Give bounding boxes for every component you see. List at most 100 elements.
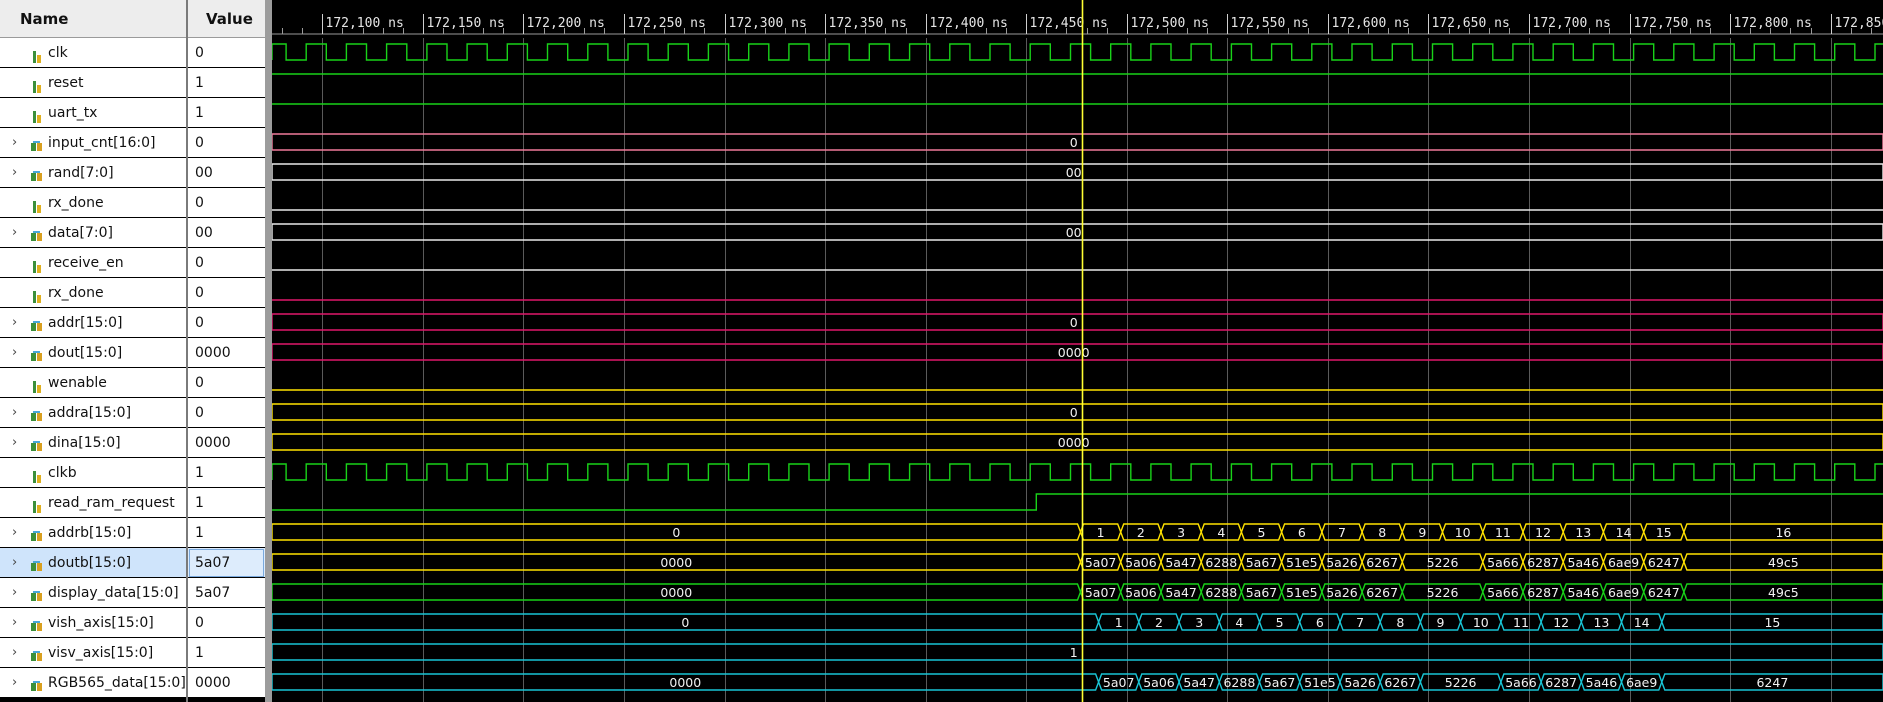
expand-chevron-icon[interactable]: ›: [12, 518, 17, 547]
waveform-track[interactable]: 0000: [272, 343, 1883, 361]
ruler-time-label: 172,600 ns: [1332, 16, 1410, 31]
bus-value-label: 5a67: [1246, 585, 1278, 600]
signal-value: 1: [188, 98, 265, 128]
bus-value-label: 6287: [1527, 555, 1559, 570]
bus-value-label: 15: [1764, 615, 1780, 630]
signal-row[interactable]: rx_done: [0, 188, 186, 218]
signal-row[interactable]: › addr[15:0]: [0, 308, 186, 338]
bus-value-label: 5a66: [1487, 555, 1519, 570]
bus-value-label: 4: [1217, 525, 1225, 540]
expand-chevron-icon[interactable]: ›: [12, 128, 17, 157]
logic-icon: [31, 495, 43, 513]
expand-chevron-icon[interactable]: ›: [12, 578, 17, 607]
signal-row[interactable]: uart_tx: [0, 98, 186, 128]
bus-value-label: 6: [1298, 525, 1306, 540]
waveform-track[interactable]: 0000 5a07 5a06 5a47 6288 5a67 51e5 5a26 6267 5226…: [272, 673, 1883, 691]
signal-row[interactable]: clkb: [0, 458, 186, 488]
bus-value-label: 10: [1455, 525, 1471, 540]
waveform-track[interactable]: [272, 493, 1883, 511]
bus-value-label: 5a47: [1165, 555, 1197, 570]
bus-value-label: 16: [1775, 525, 1791, 540]
signal-row[interactable]: › vish_axis[15:0]: [0, 608, 186, 638]
signal-row[interactable]: › RGB565_data[15:0]: [0, 668, 186, 698]
signal-row[interactable]: clk: [0, 38, 186, 68]
signal-row[interactable]: › input_cnt[16:0]: [0, 128, 186, 158]
waveform-track[interactable]: 0: [272, 313, 1883, 331]
signal-row[interactable]: › display_data[15:0]: [0, 578, 186, 608]
value-column-header[interactable]: Value: [188, 0, 265, 38]
expand-chevron-icon[interactable]: ›: [12, 398, 17, 427]
expand-chevron-icon[interactable]: ›: [12, 548, 17, 577]
signal-row[interactable]: wenable: [0, 368, 186, 398]
signal-value: 1: [188, 518, 265, 548]
bus-value-label: 6288: [1205, 555, 1237, 570]
signal-row[interactable]: › data[7:0]: [0, 218, 186, 248]
expand-chevron-icon[interactable]: ›: [12, 668, 17, 697]
waveform-track[interactable]: 0000 5a07 5a06 5a47 6288 5a67 51e5 5a26 6267 5226…: [272, 553, 1883, 571]
value-wave-splitter[interactable]: [265, 0, 272, 702]
expand-chevron-icon[interactable]: ›: [12, 158, 17, 187]
waveform-track[interactable]: 00: [272, 223, 1883, 241]
expand-chevron-icon[interactable]: ›: [12, 308, 17, 337]
waveform-track[interactable]: 0000 5a07 5a06 5a47 6288 5a67 51e5 5a26 6267 5226…: [272, 583, 1883, 601]
step-wave: [272, 493, 1883, 511]
signal-row[interactable]: › visv_axis[15:0]: [0, 638, 186, 668]
signal-value: 0000: [188, 668, 265, 698]
signal-row[interactable]: read_ram_request: [0, 488, 186, 518]
bus-icon: [31, 225, 43, 241]
waveform-track[interactable]: [272, 463, 1883, 481]
signal-value: 0: [188, 278, 265, 308]
bus-value-label: 5a46: [1568, 555, 1600, 570]
signal-row[interactable]: rx_done: [0, 278, 186, 308]
bus-value-label: 6267: [1366, 585, 1398, 600]
expand-chevron-icon[interactable]: ›: [12, 608, 17, 637]
logic-icon: [31, 375, 43, 393]
name-column-header[interactable]: Name: [0, 0, 186, 38]
signal-row[interactable]: › doutb[15:0]: [0, 548, 186, 578]
bus-icon: [31, 675, 43, 691]
bus-value-label: 49c5: [1768, 555, 1799, 570]
bus-value-label: 0: [1070, 315, 1078, 330]
signal-row[interactable]: reset: [0, 68, 186, 98]
logic-icon: [31, 195, 43, 213]
signal-row[interactable]: › addra[15:0]: [0, 398, 186, 428]
waveform-track[interactable]: 0: [272, 403, 1883, 421]
waveform-track[interactable]: 0 1 2 3 4 5 6 7 8 9 10 11 12 13 14 15 16: [272, 523, 1883, 541]
waveform-track[interactable]: 0000: [272, 433, 1883, 451]
waveform-track[interactable]: 0: [272, 133, 1883, 151]
waveform-viewer[interactable]: 172,100 ns 172,150 ns 172,200 ns 172,250 ns…: [272, 0, 1883, 702]
signal-row[interactable]: › dout[15:0]: [0, 338, 186, 368]
bus-value-label: 5a26: [1344, 675, 1376, 690]
ruler-time-label: 172,500 ns: [1131, 16, 1209, 31]
signal-row[interactable]: › dina[15:0]: [0, 428, 186, 458]
bus-value-label: 0000: [660, 585, 692, 600]
bus-value-label: 51e5: [1286, 555, 1318, 570]
time-ruler[interactable]: 172,100 ns 172,150 ns 172,200 ns 172,250 ns…: [272, 0, 1883, 35]
signal-value: 00: [188, 158, 265, 188]
waveform-track[interactable]: [272, 43, 1883, 61]
ruler-time-label: 172,850 ns: [1835, 16, 1883, 31]
signal-name: rand[7:0]: [48, 165, 114, 181]
expand-chevron-icon[interactable]: ›: [12, 338, 17, 367]
expand-chevron-icon[interactable]: ›: [12, 428, 17, 457]
bus-value-label: 6267: [1366, 555, 1398, 570]
waveform-track[interactable]: 00: [272, 163, 1883, 181]
bus-value-label: 4: [1235, 615, 1243, 630]
signal-name: receive_en: [48, 255, 124, 271]
bus-icon: [31, 555, 43, 571]
signal-row[interactable]: receive_en: [0, 248, 186, 278]
ruler-time-label: 172,750 ns: [1634, 16, 1712, 31]
signal-name: read_ram_request: [48, 495, 175, 511]
waveform-track[interactable]: 1: [272, 643, 1883, 661]
signal-row[interactable]: › rand[7:0]: [0, 158, 186, 188]
bus-value-label: 5a47: [1165, 585, 1197, 600]
waveform-track[interactable]: 0 1 2 3 4 5 6 7 8 9 10 11 12 13 14 15: [272, 613, 1883, 631]
expand-chevron-icon[interactable]: ›: [12, 638, 17, 667]
waveform-canvas[interactable]: 172,100 ns 172,150 ns 172,200 ns 172,250 ns…: [272, 0, 1883, 702]
bus-value-label: 1: [1097, 525, 1105, 540]
signal-row[interactable]: › addrb[15:0]: [0, 518, 186, 548]
expand-chevron-icon[interactable]: ›: [12, 218, 17, 247]
bus-icon: [31, 165, 43, 181]
signal-name: display_data[15:0]: [48, 585, 179, 601]
ruler-time-label: 172,450 ns: [1030, 16, 1108, 31]
